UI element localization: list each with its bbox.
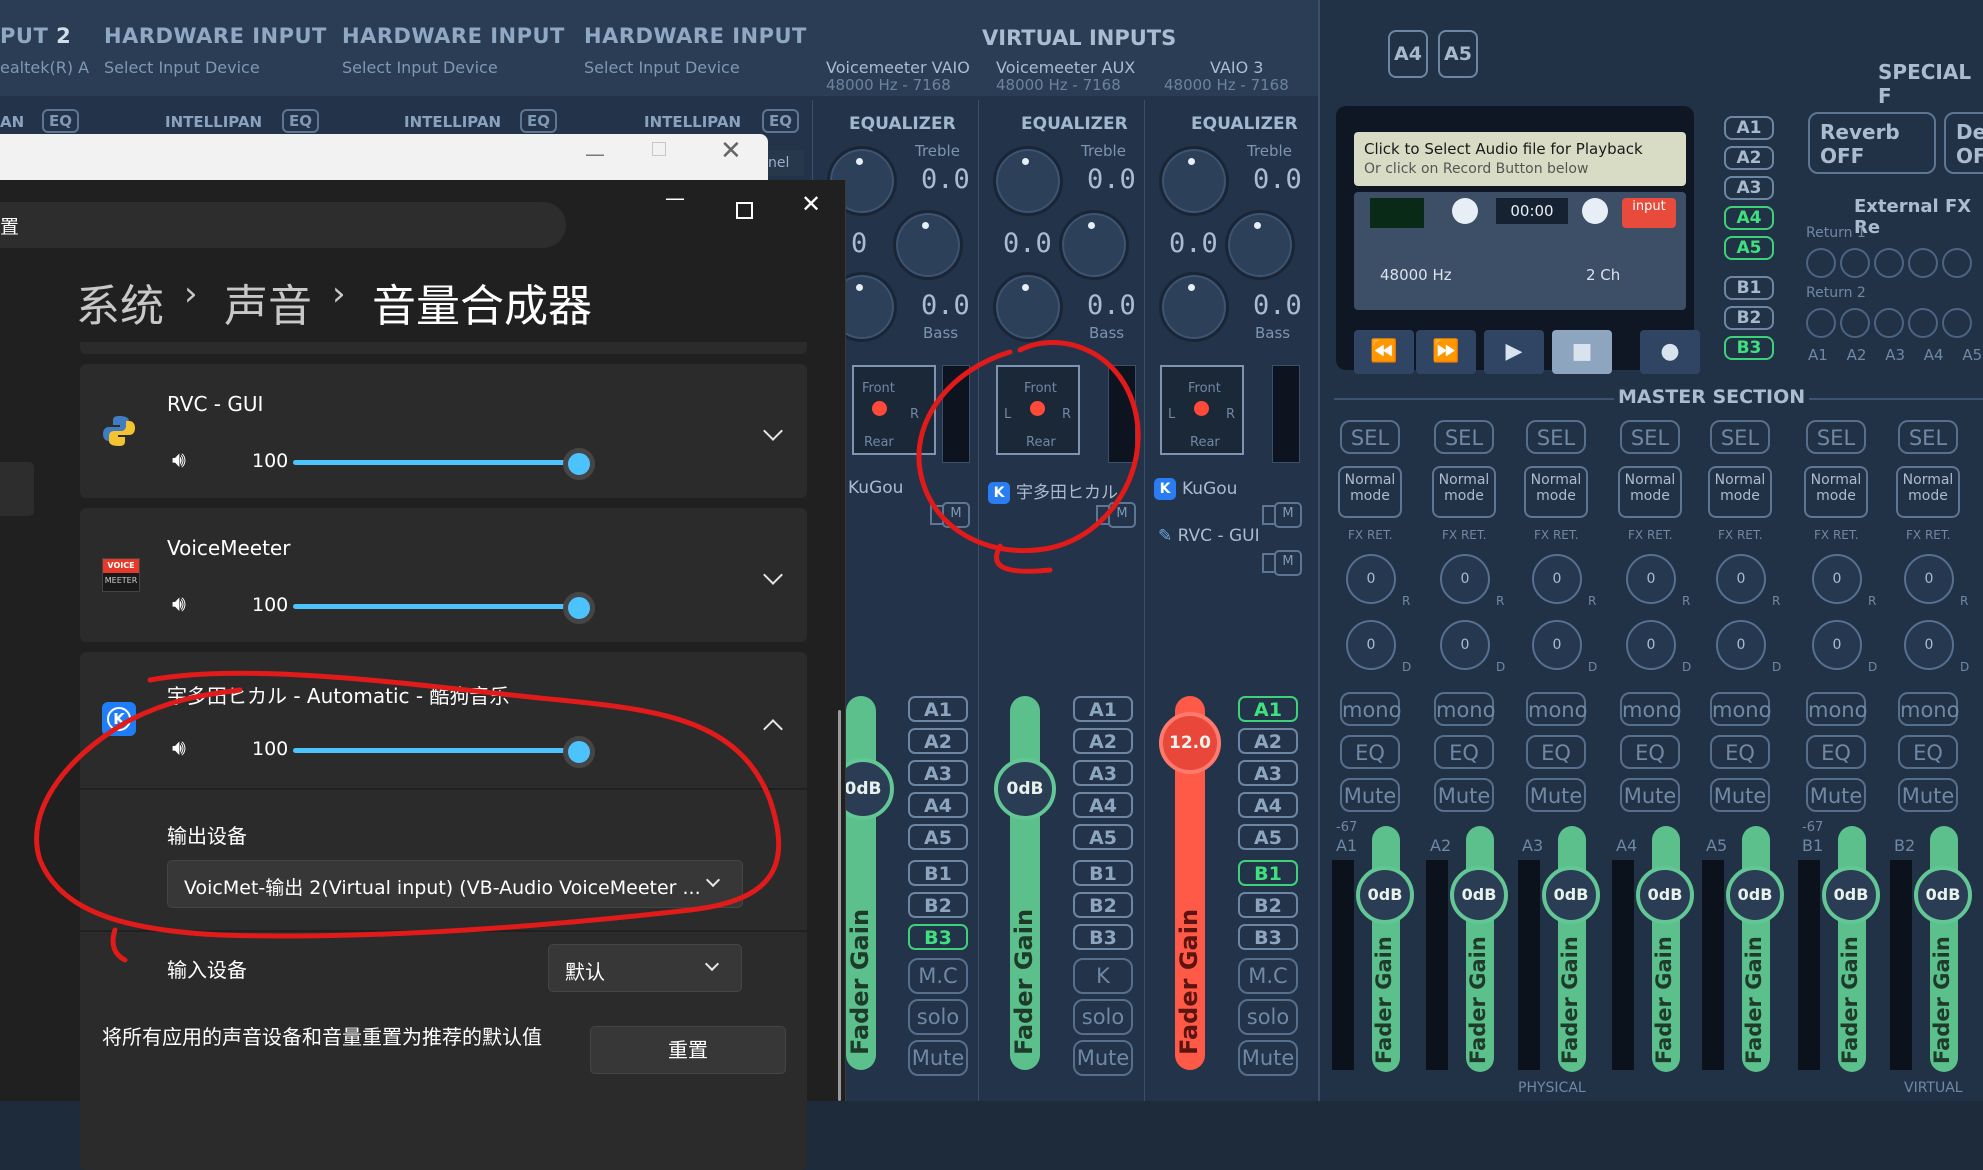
annotation-circle-voicemeeter-strip (916, 340, 1141, 574)
annotation-circle-settings-kugou (34, 670, 782, 963)
red-annotations (34, 340, 1141, 963)
